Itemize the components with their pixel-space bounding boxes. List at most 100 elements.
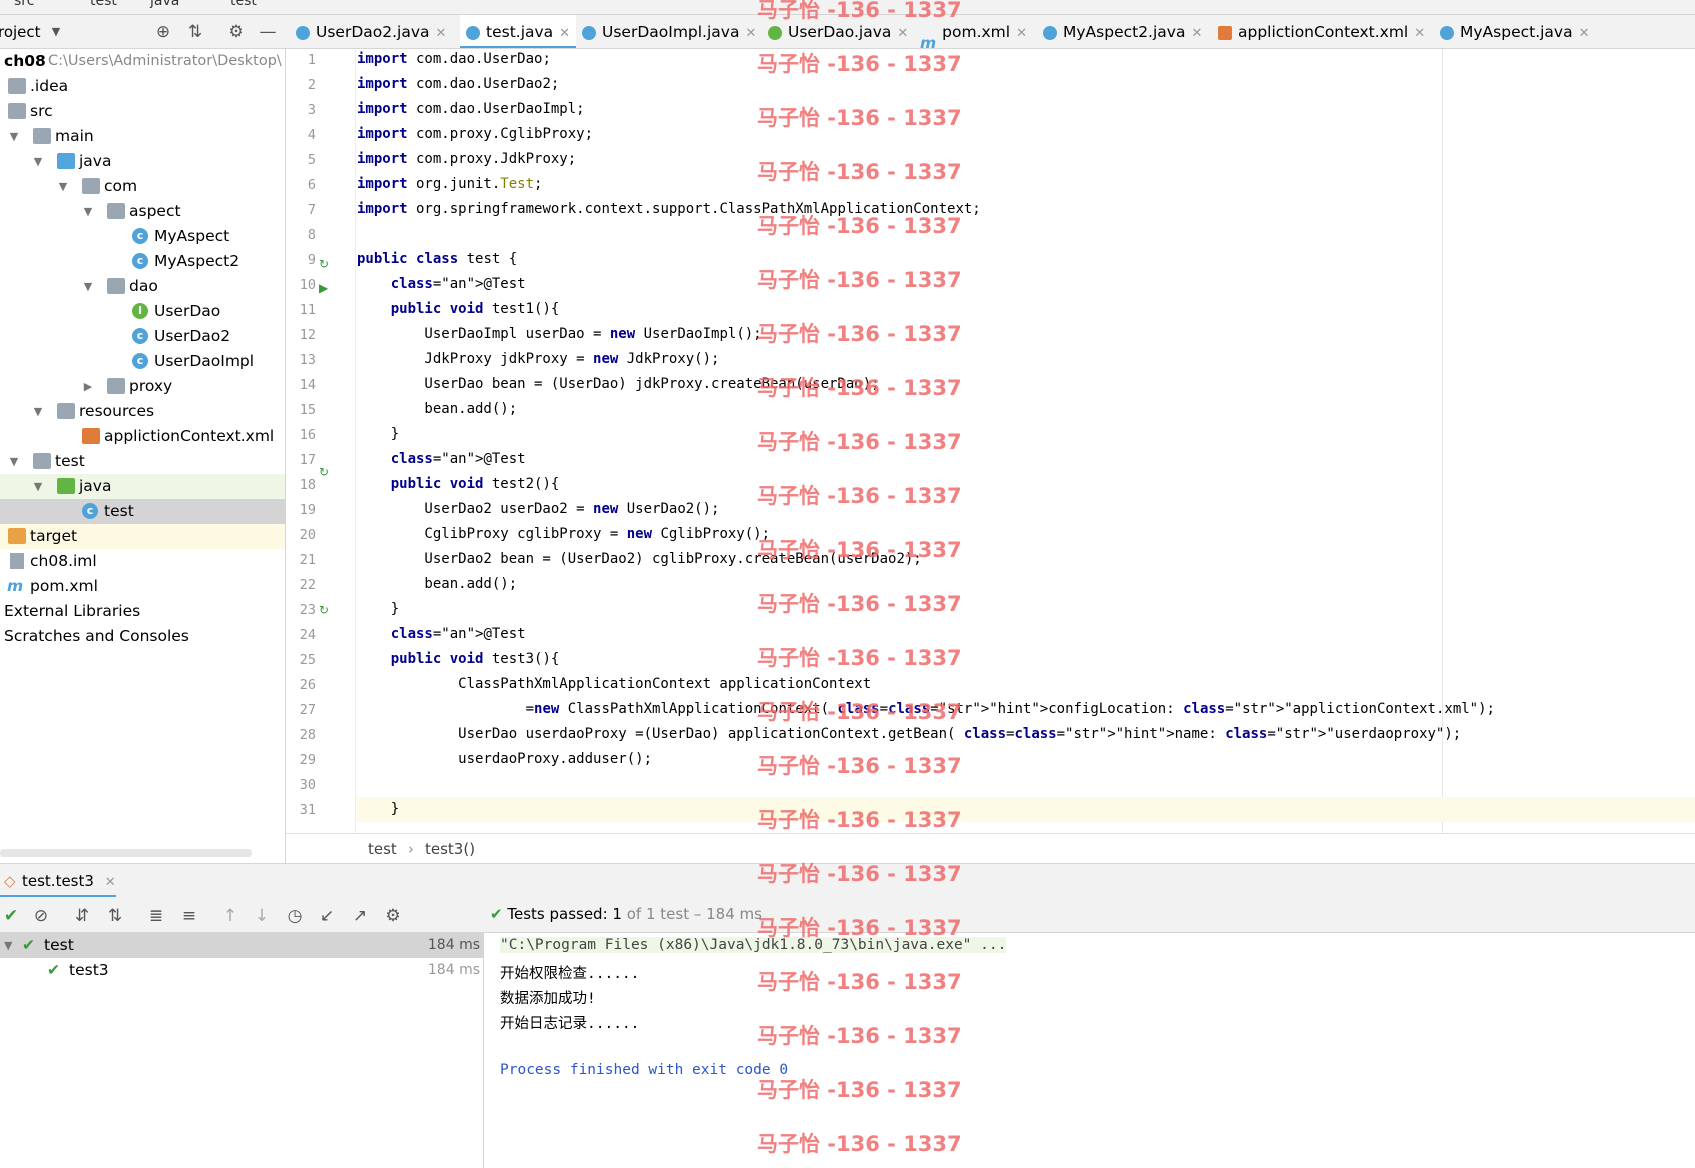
gear-icon[interactable]: ⚙: [382, 905, 404, 927]
code-line[interactable]: bean.add();: [357, 572, 1695, 597]
run-test-icon[interactable]: ▶: [319, 281, 328, 295]
export-tests-icon[interactable]: ↗: [349, 905, 371, 927]
chevron-down-icon[interactable]: ▼: [31, 149, 45, 174]
code-line[interactable]: }: [357, 422, 1695, 447]
tree-item-test-class[interactable]: c test: [0, 499, 285, 524]
nav-crumb[interactable]: java: [150, 0, 179, 9]
test-suite-row[interactable]: ▼ ✔ test 184 ms: [0, 933, 484, 958]
code-line[interactable]: import org.springframework.context.suppo…: [357, 197, 1695, 222]
code-line[interactable]: UserDao bean = (UserDao) jdkProxy.create…: [357, 372, 1695, 397]
tree-item-myaspect2[interactable]: c MyAspect2: [0, 249, 285, 274]
code-line[interactable]: public void test3(){: [357, 647, 1695, 672]
tree-item-test[interactable]: ▼ test: [0, 449, 285, 474]
tree-item-ch08[interactable]: ch08 C:\Users\Administrator\Desktop\: [0, 49, 285, 74]
close-icon[interactable]: ✕: [745, 26, 756, 41]
tab-userdao-java[interactable]: UserDao.java ✕: [768, 15, 908, 48]
chevron-down-icon[interactable]: ▼: [7, 449, 21, 474]
code-line[interactable]: class="an">@Test: [357, 447, 1695, 472]
close-icon[interactable]: ✕: [1579, 26, 1590, 41]
tree-item-iml[interactable]: ch08.iml: [0, 549, 285, 574]
code-line[interactable]: UserDao2 userDao2 = new UserDao2();: [357, 497, 1695, 522]
chevron-down-icon[interactable]: ▼: [81, 274, 95, 299]
code-editor[interactable]: import com.dao.UserDao; import com.dao.Us…: [357, 49, 1695, 833]
editor-gutter[interactable]: ↻ ▶ ↻ ↻ 1 2 3 4 5 6 7 8 9 10 11 12 13 14 15 16 17 18 19 20 2…: [286, 49, 356, 833]
close-icon[interactable]: ✕: [1016, 26, 1027, 41]
tab-userdao2-java[interactable]: UserDao2.java ✕: [296, 15, 447, 48]
gear-icon[interactable]: ⚙: [226, 22, 246, 42]
nav-crumb[interactable]: src: [14, 0, 34, 9]
code-line[interactable]: }: [357, 597, 1695, 622]
run-class-icon[interactable]: ↻: [319, 257, 329, 271]
project-view-selector[interactable]: roject: [0, 23, 41, 41]
code-line[interactable]: public class test {: [357, 247, 1695, 272]
tree-item-userdao[interactable]: I UserDao: [0, 299, 285, 324]
tab-appliction-context-xml[interactable]: applictionContext.xml ✕: [1218, 15, 1425, 48]
code-line[interactable]: =new ClassPathXmlApplicationContext( cla…: [357, 697, 1695, 722]
tree-item-external-libraries[interactable]: External Libraries: [0, 599, 285, 624]
locate-icon[interactable]: ⊕: [153, 22, 173, 42]
history-icon[interactable]: ◷: [284, 905, 306, 927]
tree-item-aspect[interactable]: ▼ aspect: [0, 199, 285, 224]
tree-item-src[interactable]: src: [0, 99, 285, 124]
code-line[interactable]: UserDao userdaoProxy =(UserDao) applicat…: [357, 722, 1695, 747]
tree-item-java[interactable]: ▼ java: [0, 149, 285, 174]
nav-crumb[interactable]: test: [230, 0, 257, 9]
chevron-right-icon[interactable]: ▶: [81, 374, 95, 399]
code-line[interactable]: public void test2(){: [357, 472, 1695, 497]
sort-duration-icon[interactable]: ⇅: [104, 905, 126, 927]
tree-item-proxy[interactable]: ▶ proxy: [0, 374, 285, 399]
tab-myaspect2-java[interactable]: MyAspect2.java ✕: [1043, 15, 1202, 48]
tab-run-config[interactable]: ◇ test.test3 ✕: [0, 864, 116, 898]
chevron-down-icon[interactable]: ▼: [56, 174, 70, 199]
code-line[interactable]: UserDao2 bean = (UserDao2) cglibProxy.cr…: [357, 547, 1695, 572]
tree-item-appliction-context[interactable]: applictionContext.xml: [0, 424, 285, 449]
run-test-icon[interactable]: ↻: [319, 603, 329, 617]
tree-item-userdao2[interactable]: c UserDao2: [0, 324, 285, 349]
arrow-up-icon[interactable]: ↑: [219, 905, 241, 927]
tab-myaspect-java[interactable]: MyAspect.java ✕: [1440, 15, 1590, 48]
tree-item-pom[interactable]: m pom.xml: [0, 574, 285, 599]
chevron-down-icon[interactable]: ▼: [81, 199, 95, 224]
code-line[interactable]: import org.junit.Test;: [357, 172, 1695, 197]
import-tests-icon[interactable]: ↙: [316, 905, 338, 927]
chevron-down-icon[interactable]: ▼: [31, 399, 45, 424]
tree-item-test-java[interactable]: ▼ java: [0, 474, 285, 499]
expand-all-icon[interactable]: ≣: [145, 905, 167, 927]
tree-item-scratches[interactable]: Scratches and Consoles: [0, 624, 285, 649]
tab-userdaoimpl-java[interactable]: UserDaoImpl.java ✕: [582, 15, 756, 48]
tree-item-dao[interactable]: ▼ dao: [0, 274, 285, 299]
tree-item-target[interactable]: target: [0, 524, 285, 549]
tree-item-userdaoimpl[interactable]: c UserDaoImpl: [0, 349, 285, 374]
chevron-down-icon[interactable]: ▼: [7, 124, 21, 149]
code-line[interactable]: import com.proxy.JdkProxy;: [357, 147, 1695, 172]
code-line[interactable]: import com.dao.UserDao2;: [357, 72, 1695, 97]
collapse-all-icon[interactable]: ≡: [178, 905, 200, 927]
code-line[interactable]: }: [357, 797, 1695, 822]
close-icon[interactable]: ✕: [559, 26, 570, 41]
close-icon[interactable]: ✕: [1414, 26, 1425, 41]
code-line[interactable]: import com.proxy.CglibProxy;: [357, 122, 1695, 147]
nav-crumb[interactable]: test: [90, 0, 117, 9]
code-line[interactable]: [357, 222, 1695, 247]
hide-icon[interactable]: —: [258, 22, 278, 42]
tree-item-idea[interactable]: .idea: [0, 74, 285, 99]
code-line[interactable]: class="an">@Test: [357, 622, 1695, 647]
chevron-down-icon[interactable]: ▼: [4, 933, 12, 958]
show-ignored-icon[interactable]: ⊘: [30, 905, 52, 927]
horizontal-scrollbar[interactable]: [0, 849, 252, 857]
code-line[interactable]: JdkProxy jdkProxy = new JdkProxy();: [357, 347, 1695, 372]
console-output[interactable]: "C:\Program Files (x86)\Java\jdk1.8.0_73…: [485, 933, 1695, 1168]
test-case-row[interactable]: ✔ test3 184 ms: [0, 958, 484, 983]
code-line[interactable]: public void test1(){: [357, 297, 1695, 322]
close-icon[interactable]: ✕: [897, 26, 908, 41]
close-icon[interactable]: ✕: [105, 875, 116, 890]
close-icon[interactable]: ✕: [436, 26, 447, 41]
tree-item-main[interactable]: ▼ main: [0, 124, 285, 149]
run-test-icon[interactable]: ↻: [319, 465, 329, 479]
arrow-down-icon[interactable]: ↓: [251, 905, 273, 927]
close-icon[interactable]: ✕: [1191, 26, 1202, 41]
code-line[interactable]: CglibProxy cglibProxy = new CglibProxy()…: [357, 522, 1695, 547]
tree-item-myaspect[interactable]: c MyAspect: [0, 224, 285, 249]
tree-item-resources[interactable]: ▼ resources: [0, 399, 285, 424]
code-line[interactable]: ClassPathXmlApplicationContext applicati…: [357, 672, 1695, 697]
